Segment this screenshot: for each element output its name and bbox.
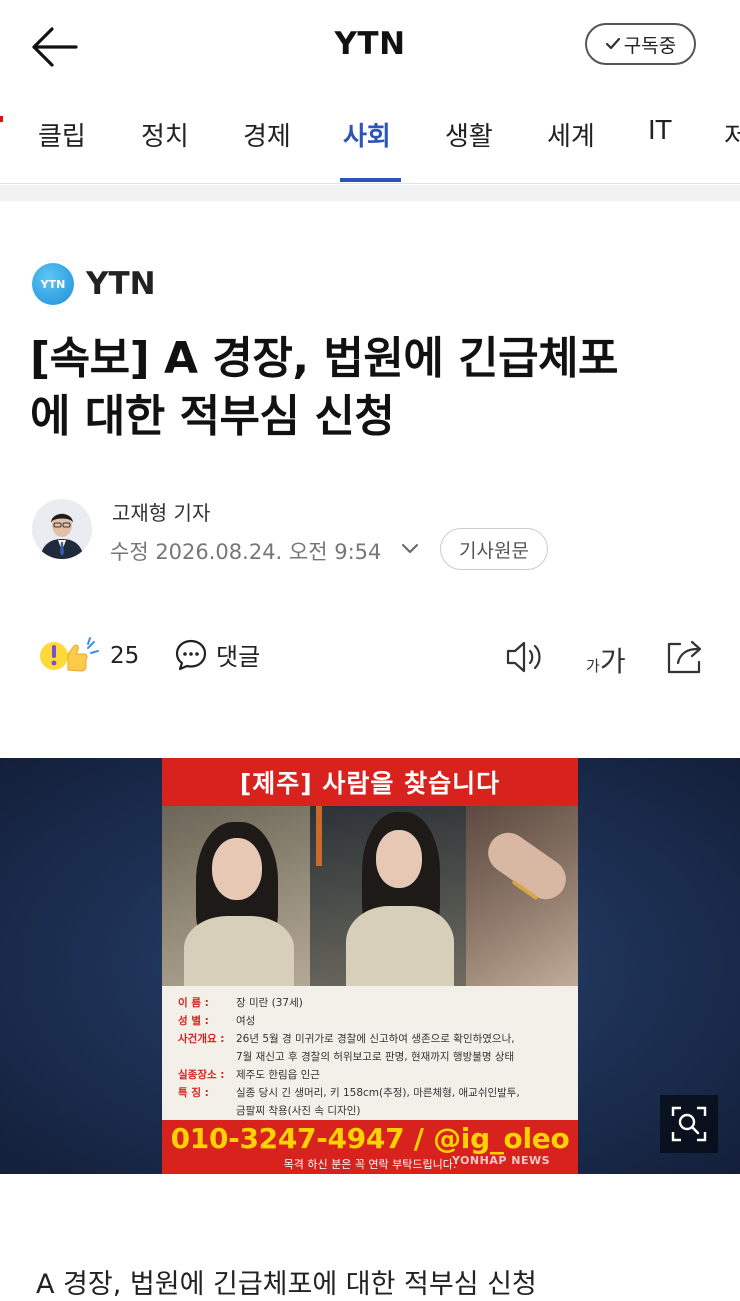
tab-economy[interactable]: 경제: [243, 116, 291, 178]
font-size-large-glyph: 가: [599, 645, 626, 678]
info-row: 7월 재신고 후 경찰의 허위보고로 판명, 현재까지 행방불명 상태: [178, 1048, 566, 1066]
zoom-search-icon: [671, 1106, 707, 1142]
info-key: [178, 1102, 236, 1120]
article-body-preview: A 경장, 법원에 긴급체포에 대한 적부심 신청: [36, 1269, 537, 1300]
tab-it[interactable]: IT: [648, 116, 672, 178]
info-value: 실종 당시 긴 생머리, 키 158cm(추정), 마른체형, 애교쉬인발투,: [236, 1087, 520, 1099]
info-value: 여성: [236, 1015, 256, 1027]
press-info[interactable]: YTN YTN: [32, 263, 156, 305]
info-row: 사건개요 : 26년 5월 경 미귀가로 경찰에 신고하여 생존으로 확인하였으…: [178, 1030, 566, 1048]
share-icon: [667, 640, 702, 674]
info-key: 사건개요 :: [178, 1033, 225, 1045]
tab-clip[interactable]: 클립: [38, 116, 86, 178]
tab-society[interactable]: 사회: [343, 116, 391, 178]
font-size-small-glyph: 가: [586, 657, 600, 675]
category-tabs: 클립 정치 경제 사회 생활 세계 IT 저: [0, 96, 740, 184]
missing-person-poster: [제주] 사람을 찾습니다 이 름 : 장 미란 (37세) 성 별: 여성 …: [162, 758, 578, 1174]
info-value: 금팔찌 착용(사진 속 디자인): [236, 1105, 361, 1117]
active-tab-indicator: [340, 178, 401, 182]
info-key: 실종장소 :: [178, 1069, 225, 1081]
tab-more[interactable]: 저: [724, 116, 740, 178]
font-size-button[interactable]: 가가: [586, 640, 626, 680]
poster-photo-2: [310, 806, 466, 986]
notification-dot: [0, 116, 3, 122]
press-logo-text: YTN: [40, 277, 66, 291]
poster-photos: [162, 806, 578, 986]
poster-info: 이 름 : 장 미란 (37세) 성 별 : 여성 사건개요 : 26년 5월 …: [162, 986, 578, 1120]
info-row: 이 름 : 장 미란 (37세): [178, 994, 566, 1012]
text-to-speech-button[interactable]: [504, 639, 544, 679]
author-avatar[interactable]: [32, 499, 92, 559]
poster-photo-1: [162, 806, 310, 986]
tab-living[interactable]: 생활: [445, 116, 493, 178]
info-row: 성 별 : 여성: [178, 1012, 566, 1030]
info-value: 제주도 한림읍 인근: [236, 1069, 320, 1081]
article-headline: [속보] A 경장, 법원에 긴급체포 에 대한 적부심 신청: [30, 330, 720, 446]
comment-button[interactable]: 댓글: [174, 637, 260, 672]
comment-bubble-icon: [175, 639, 207, 670]
original-article-button[interactable]: 기사원문: [440, 528, 548, 570]
info-key: 성 별 :: [178, 1015, 209, 1027]
info-key: [178, 1048, 236, 1066]
info-value: 26년 5월 경 미귀가로 경찰에 신고하여 생존으로 확인하였으나,: [236, 1033, 515, 1045]
tab-world[interactable]: 세계: [547, 116, 595, 178]
author-name[interactable]: 고재형 기자: [112, 497, 210, 526]
info-row: 특 징 : 실종 당시 긴 생머리, 키 158cm(추정), 마른체형, 애교…: [178, 1084, 566, 1102]
article-timestamp: 수정 2026.08.24. 오전 9:54: [110, 540, 382, 564]
reaction-button[interactable]: 25: [36, 636, 139, 676]
info-key: 이 름 :: [178, 997, 209, 1009]
headline-line-2: 에 대한 적부심 신청: [30, 391, 395, 442]
tab-politics[interactable]: 정치: [141, 116, 189, 178]
info-key: 특 징 :: [178, 1087, 209, 1099]
author-photo: [32, 499, 92, 559]
speaker-icon: [506, 641, 541, 673]
article-image[interactable]: [제주] 사람을 찾습니다 이 름 : 장 미란 (37세) 성 별: 여성 …: [0, 758, 740, 1174]
check-icon: [605, 37, 620, 50]
press-logo: YTN: [32, 263, 74, 305]
info-row: 금팔찌 착용(사진 속 디자인): [178, 1102, 566, 1120]
subscribe-label: 구독중: [623, 34, 677, 57]
poster-title: [제주] 사람을 찾습니다: [162, 758, 578, 806]
chevron-down-icon[interactable]: [400, 541, 420, 557]
image-zoom-button[interactable]: [660, 1095, 718, 1153]
comment-label: 댓글: [216, 643, 261, 671]
reaction-emoji-icon: [40, 637, 99, 672]
press-name: YTN: [86, 266, 156, 302]
reaction-count: 25: [110, 643, 140, 669]
info-row: 실종장소 : 제주도 한림읍 인근: [178, 1066, 566, 1084]
share-button[interactable]: [664, 636, 706, 680]
section-divider: [0, 185, 740, 201]
info-value: 7월 재신고 후 경찰의 허위보고로 판명, 현재까지 행방불명 상태: [236, 1051, 515, 1063]
contact-info: 010-3247-4947 / @ig_oleo: [170, 1122, 570, 1155]
top-app-bar: YTN 구독중: [0, 0, 740, 96]
info-value: 장 미란 (37세): [236, 997, 303, 1009]
subscribe-button[interactable]: 구독중: [585, 23, 696, 65]
headline-line-1: [속보] A 경장, 법원에 긴급체포: [30, 333, 619, 384]
poster-photo-3: [466, 806, 578, 986]
image-watermark: YONHAP NEWS: [452, 1154, 551, 1167]
